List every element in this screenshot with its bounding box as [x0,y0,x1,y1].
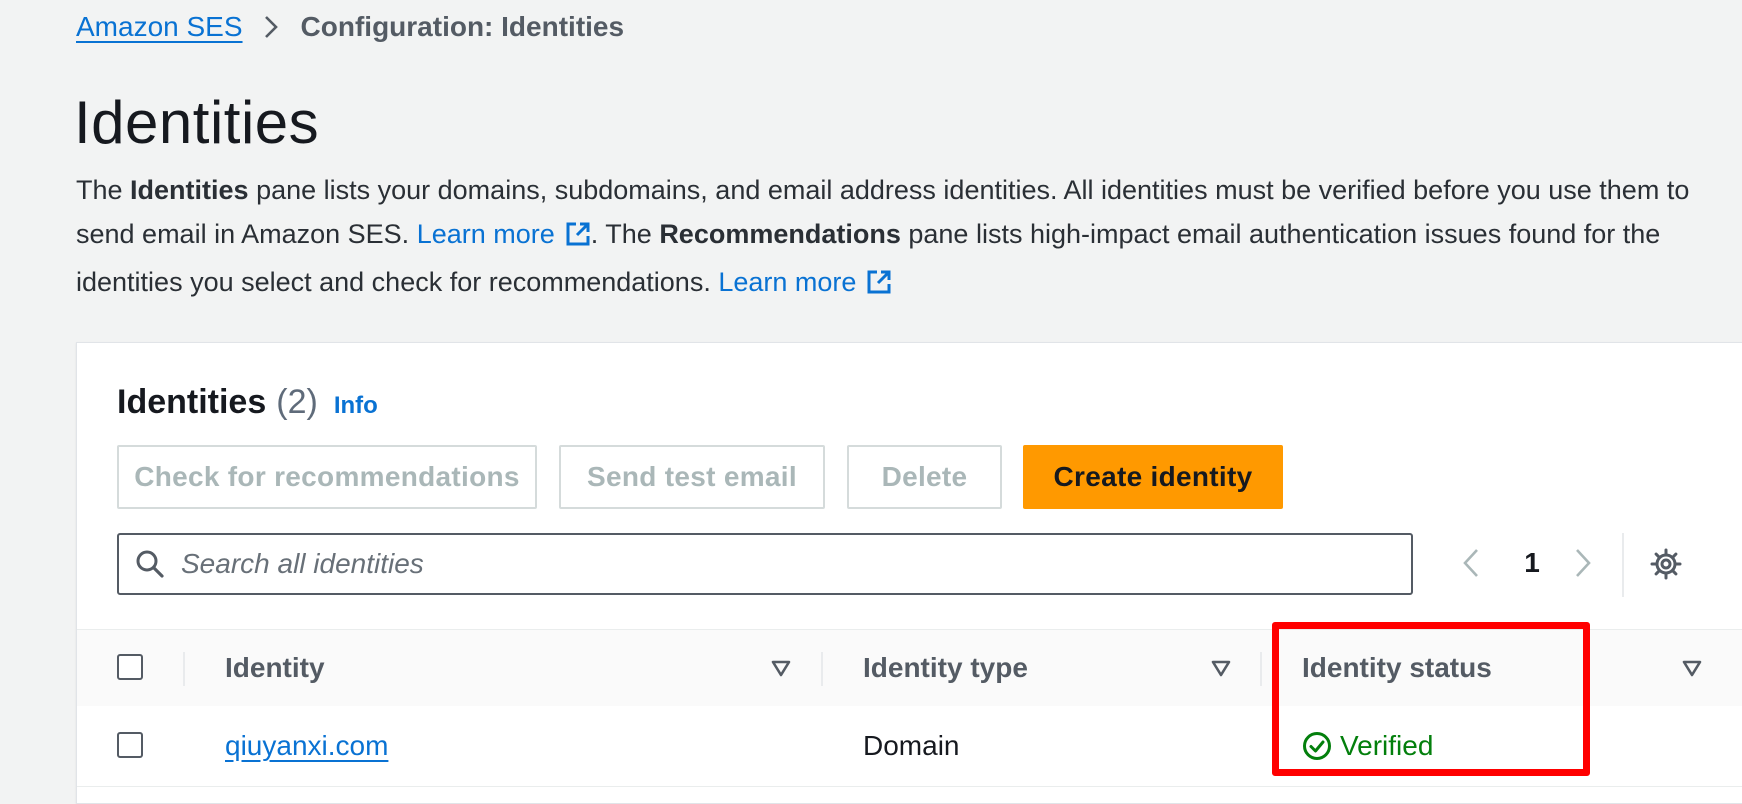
gear-icon[interactable] [1649,547,1683,586]
column-header-identity-type[interactable]: Identity type [863,652,1028,684]
page-title: Identities [74,89,320,156]
search-icon [135,549,165,579]
search-input[interactable] [179,547,1363,581]
external-link-icon [565,216,591,260]
sort-caret-icon[interactable] [1682,660,1702,683]
page-number[interactable]: 1 [1517,547,1547,579]
chevron-right-icon [263,14,279,40]
divider [1622,533,1624,597]
identity-link[interactable]: qiuyanxi.com [225,730,388,761]
chevron-left-icon[interactable] [1461,547,1481,584]
search-box [117,533,1413,595]
external-link-icon [866,264,892,308]
panel-header: Identities (2) Info [117,383,378,422]
description-bold-recommendations: Recommendations [659,219,901,249]
description-text: The [76,175,131,205]
breadcrumb-current: Configuration: Identities [300,11,625,42]
identity-type-cell: Domain [863,730,960,761]
create-identity-button[interactable]: Create identity [1023,445,1283,509]
send-test-email-button[interactable]: Send test email [559,445,825,509]
check-for-recommendations-button[interactable]: Check for recommendations [117,445,537,509]
select-all-checkbox[interactable] [117,654,143,680]
learn-more-label: Learn more [718,267,857,297]
learn-more-link[interactable]: Learn more [417,219,591,249]
column-divider [1260,652,1262,686]
highlight-box [1272,622,1590,776]
breadcrumb: Amazon SES Configuration: Identities [76,8,624,46]
column-header-identity[interactable]: Identity [225,652,325,684]
breadcrumb-amazon-ses[interactable]: Amazon SES [76,11,243,43]
identity-cell: qiuyanxi.com [225,730,388,762]
description-bold-identities: Identities [130,175,249,205]
delete-button[interactable]: Delete [847,445,1002,509]
sort-caret-icon[interactable] [771,660,791,683]
learn-more-link[interactable]: Learn more [718,267,892,297]
column-divider [183,652,185,686]
identity-count: (2) [276,383,318,421]
column-divider [821,652,823,686]
panel-title: Identities [117,383,267,421]
row-checkbox[interactable] [117,732,143,758]
chevron-right-icon[interactable] [1573,547,1593,584]
sort-caret-icon[interactable] [1211,660,1231,683]
info-link[interactable]: Info [334,392,378,420]
page-description: The Identities pane lists your domains, … [76,168,1716,308]
description-text: . The [590,219,660,249]
learn-more-label: Learn more [416,219,555,249]
